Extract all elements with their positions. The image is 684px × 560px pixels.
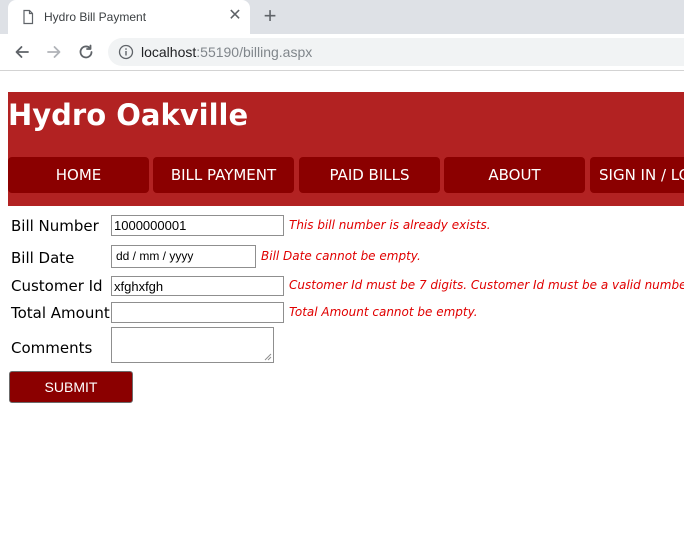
browser-toolbar: localhost:55190/billing.aspx — [0, 34, 684, 71]
bill-date-error: Bill Date cannot be empty. — [261, 249, 421, 263]
reload-icon[interactable] — [74, 40, 98, 64]
address-bar[interactable]: localhost:55190/billing.aspx — [108, 38, 684, 66]
url-host: localhost — [141, 44, 197, 60]
bill-number-input[interactable]: 1000000001 — [111, 215, 284, 236]
site-header: Hydro Oakville HOME BILL PAYMENT PAID BI… — [8, 92, 684, 206]
nav-about[interactable]: ABOUT — [444, 157, 585, 193]
new-tab-icon[interactable]: + — [259, 4, 281, 28]
customer-id-input[interactable]: xfghxfgh — [111, 276, 284, 296]
bill-number-error: This bill number is already exists. — [289, 218, 491, 232]
browser-tab-strip: Hydro Bill Payment ✕ + — [0, 0, 684, 34]
comments-label: Comments — [11, 339, 93, 357]
back-icon[interactable] — [10, 40, 34, 64]
browser-tab[interactable]: Hydro Bill Payment ✕ — [8, 0, 250, 34]
url-path: :55190/billing.aspx — [196, 44, 313, 60]
nav-paid-bills[interactable]: PAID BILLS — [299, 157, 440, 193]
info-icon[interactable] — [118, 44, 134, 60]
nav-home[interactable]: HOME — [8, 157, 149, 193]
bill-number-label: Bill Number — [11, 217, 99, 235]
submit-button[interactable]: SUBMIT — [9, 371, 133, 403]
forward-icon[interactable] — [42, 40, 66, 64]
comments-textarea[interactable] — [111, 327, 274, 363]
bill-date-label: Bill Date — [11, 249, 75, 267]
nav-sign-in[interactable]: SIGN IN / LOG OUT — [590, 157, 684, 193]
total-amount-input[interactable] — [111, 302, 284, 323]
tab-title: Hydro Bill Payment — [44, 10, 147, 24]
total-amount-error: Total Amount cannot be empty. — [289, 305, 478, 319]
bill-date-input[interactable]: dd / mm / yyyy — [111, 245, 256, 268]
url-text[interactable]: localhost:55190/billing.aspx — [141, 44, 312, 60]
nav-bill-payment[interactable]: BILL PAYMENT — [153, 157, 294, 193]
customer-id-label: Customer Id — [11, 277, 103, 295]
total-amount-label: Total Amount — [11, 304, 110, 322]
document-icon — [23, 9, 34, 25]
close-tab-icon[interactable]: ✕ — [226, 7, 244, 25]
customer-id-error: Customer Id must be 7 digits. Customer I… — [289, 278, 684, 292]
site-title: Hydro Oakville — [8, 98, 249, 132]
resize-grip-icon[interactable] — [264, 353, 272, 361]
